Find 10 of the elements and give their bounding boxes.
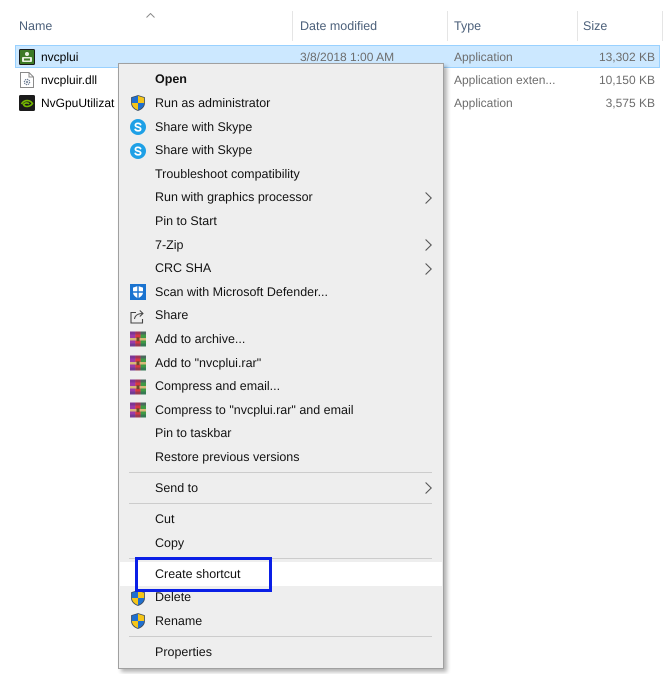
file-name: nvcpluir.dll: [41, 74, 98, 86]
file-size: 13,302 KB: [598, 50, 655, 62]
file-name: nvcplui: [41, 50, 78, 62]
file-type: Application: [454, 96, 513, 108]
file-size: 10,150 KB: [598, 74, 655, 86]
file-size: 3,575 KB: [606, 96, 655, 108]
file-name: NvGpuUtilizat: [41, 96, 114, 108]
date-modified: 3/8/2018 1:00 AM: [300, 50, 394, 62]
file-type: Application exten...: [454, 74, 556, 86]
file-type: Application: [454, 50, 513, 62]
